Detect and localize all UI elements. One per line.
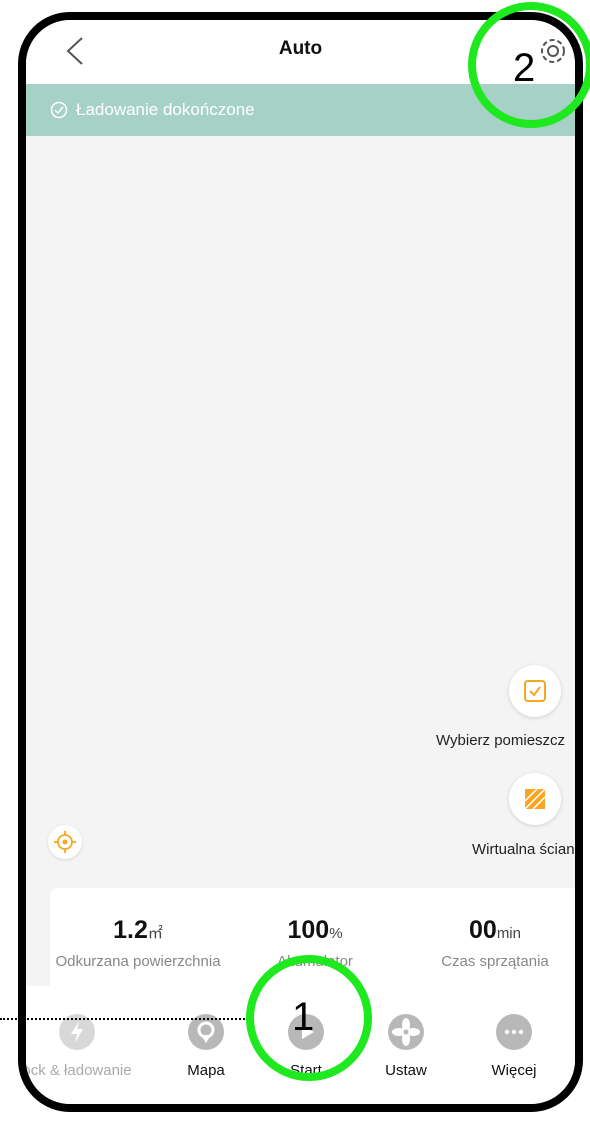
fan-icon [388, 1014, 424, 1050]
stat-time-value: 00min [469, 916, 521, 944]
select-room-button[interactable] [509, 665, 561, 717]
check-circle-icon [50, 101, 68, 119]
select-room-icon [524, 680, 546, 702]
nav-settings[interactable]: Ustaw [366, 1014, 446, 1079]
annotation-number-2: 2 [513, 46, 536, 90]
nav-label: ock & ładowanie [22, 1062, 132, 1079]
nav-label: Ustaw [385, 1062, 427, 1079]
crosshair-icon [54, 831, 76, 853]
stat-time: 00min Czas sprzątania [420, 916, 570, 970]
stat-time-label: Czas sprzątania [441, 953, 549, 970]
more-icon [496, 1014, 532, 1050]
nav-map[interactable]: Mapa [166, 1014, 246, 1079]
stat-battery-value: 100% [287, 916, 343, 944]
dotted-leader-line [0, 1018, 248, 1020]
phone-frame: Auto Ładowanie dokończone Wybierz pomies… [18, 12, 583, 1112]
locate-button[interactable] [48, 825, 82, 859]
stat-area-label: Odkurzana powierzchnia [55, 953, 221, 970]
nav-label: Mapa [187, 1062, 225, 1079]
select-room-label[interactable]: Wybierz pomieszcz [436, 732, 565, 749]
virtual-wall-icon [524, 788, 546, 810]
status-text: Ładowanie dokończone [76, 100, 255, 119]
nav-label: Więcej [491, 1062, 537, 1079]
nav-dock-charge[interactable]: ock & ładowanie [22, 1014, 152, 1079]
map-area[interactable] [26, 136, 575, 1016]
annotation-number-1: 1 [292, 995, 315, 1039]
stat-area: 1.2㎡ Odkurzana powierzchnia [38, 916, 238, 970]
virtual-wall-button[interactable] [509, 773, 561, 825]
stat-area-value: 1.2㎡ [113, 916, 163, 944]
nav-more[interactable]: Więcej [474, 1014, 554, 1079]
virtual-wall-label[interactable]: Wirtualna ściana [472, 841, 575, 858]
